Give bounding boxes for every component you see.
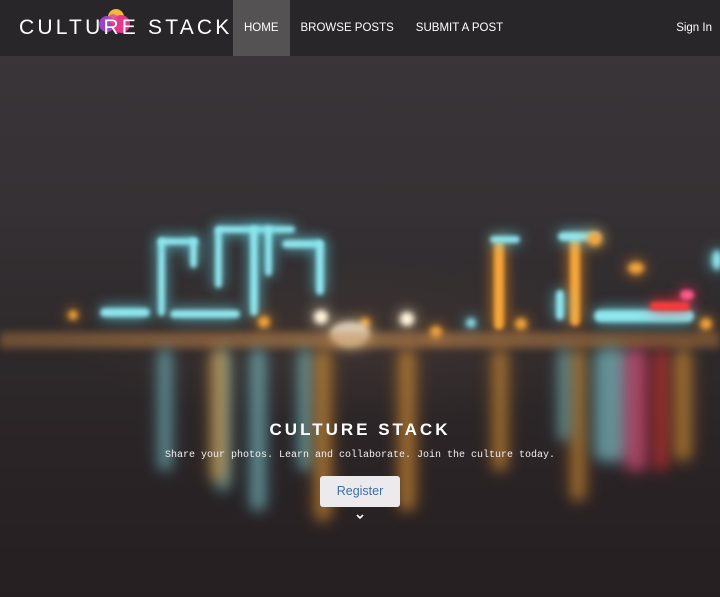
nav-item-submit-post[interactable]: SUBMIT A POST bbox=[405, 0, 514, 56]
sign-in-link[interactable]: Sign In bbox=[665, 0, 720, 56]
nav-item-home[interactable]: HOME bbox=[233, 0, 290, 56]
hero-tagline: Share your photos. Learn and collaborate… bbox=[164, 450, 556, 461]
nav-item-browse-posts[interactable]: BROWSE POSTS bbox=[290, 0, 405, 56]
brand-logo-link[interactable]: CULTURE STACK bbox=[0, 0, 233, 56]
register-button[interactable]: Register bbox=[320, 476, 400, 507]
brand-name: CULTURE STACK bbox=[19, 16, 233, 39]
nav-links: HOME BROWSE POSTS SUBMIT A POST bbox=[233, 0, 514, 56]
hero-section: CULTURE STACK Share your photos. Learn a… bbox=[0, 420, 720, 521]
top-navbar: CULTURE STACK HOME BROWSE POSTS SUBMIT A… bbox=[0, 0, 720, 56]
chevron-down-icon[interactable] bbox=[355, 513, 365, 521]
hero-title: CULTURE STACK bbox=[269, 420, 451, 439]
